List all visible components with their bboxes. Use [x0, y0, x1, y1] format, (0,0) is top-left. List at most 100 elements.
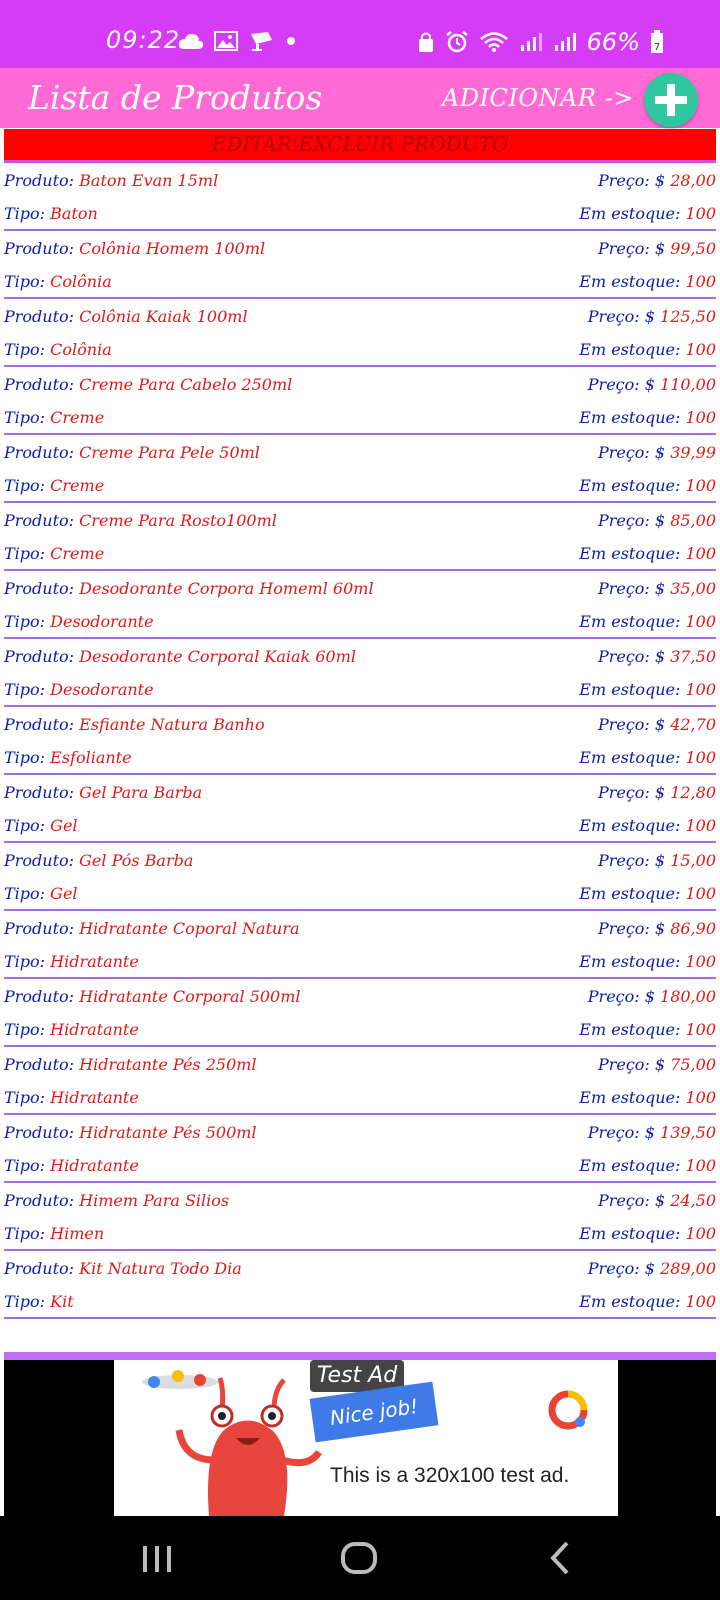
- product-stock: 100: [685, 884, 716, 903]
- product-label: Produto:: [4, 715, 75, 734]
- stock-label: Em estoque:: [579, 1088, 681, 1107]
- product-row[interactable]: Produto: Creme Para Pele 50ml Preço: $ 3…: [4, 435, 716, 503]
- product-row[interactable]: Produto: Creme Para Cabelo 250ml Preço: …: [4, 367, 716, 435]
- product-price-field: Preço: $ 125,50: [588, 307, 716, 326]
- battery-icon: 7: [651, 30, 663, 53]
- product-name: Gel Para Barba: [79, 783, 203, 802]
- product-type-field: Tipo: Himen: [4, 1224, 104, 1243]
- product-row[interactable]: Produto: Gel Para Barba Preço: $ 12,80 T…: [4, 775, 716, 843]
- product-name: Hidratante Corporal 500ml: [79, 987, 301, 1006]
- product-type: Desodorante: [50, 680, 154, 699]
- back-icon[interactable]: [541, 1538, 581, 1578]
- add-product-button[interactable]: [644, 73, 698, 127]
- stock-label: Em estoque:: [579, 1020, 681, 1039]
- stock-label: Em estoque:: [579, 476, 681, 495]
- add-product-label[interactable]: ADICIONAR ->: [442, 84, 634, 112]
- product-label: Produto:: [4, 987, 75, 1006]
- product-row[interactable]: Produto: Creme Para Rosto100ml Preço: $ …: [4, 503, 716, 571]
- stock-label: Em estoque:: [579, 748, 681, 767]
- product-type-field: Tipo: Desodorante: [4, 680, 154, 699]
- stock-label: Em estoque:: [579, 204, 681, 223]
- product-row[interactable]: Produto: Colônia Homem 100ml Preço: $ 99…: [4, 231, 716, 299]
- product-type-field: Tipo: Colônia: [4, 340, 112, 359]
- product-row[interactable]: Produto: Hidratante Corporal 500ml Preço…: [4, 979, 716, 1047]
- wifi-icon: [479, 32, 508, 52]
- product-row[interactable]: Produto: Desodorante Corporal Kaiak 60ml…: [4, 639, 716, 707]
- product-name: Colônia Homem 100ml: [79, 239, 266, 258]
- product-type: Esfoliante: [50, 748, 132, 767]
- product-type-field: Tipo: Creme: [4, 408, 104, 427]
- product-stock-field: Em estoque: 100: [579, 1156, 716, 1175]
- product-price: 37,50: [670, 647, 716, 666]
- product-type-field: Tipo: Hidratante: [4, 1020, 139, 1039]
- signal-icon: [554, 33, 576, 51]
- product-name-field: Produto: Himem Para Silios: [4, 1191, 229, 1210]
- product-name-field: Produto: Gel Pós Barba: [4, 851, 193, 870]
- product-stock-field: Em estoque: 100: [579, 476, 716, 495]
- stock-label: Em estoque:: [579, 612, 681, 631]
- product-row[interactable]: Produto: Baton Evan 15ml Preço: $ 28,00 …: [4, 163, 716, 231]
- product-name: Creme Para Pele 50ml: [79, 443, 260, 462]
- price-label: Preço: $: [597, 783, 666, 802]
- stock-label: Em estoque:: [579, 340, 681, 359]
- product-label: Produto:: [4, 443, 75, 462]
- product-stock: 100: [685, 544, 716, 563]
- product-label: Produto:: [4, 1191, 75, 1210]
- product-price: 110,00: [660, 375, 716, 394]
- price-label: Preço: $: [597, 1191, 666, 1210]
- product-name-field: Produto: Hidratante Pés 500ml: [4, 1123, 257, 1142]
- stock-label: Em estoque:: [579, 952, 681, 971]
- test-ad[interactable]: Test Ad Nice job! This is a 320x100 test…: [114, 1360, 618, 1516]
- price-label: Preço: $: [597, 851, 666, 870]
- type-label: Tipo:: [4, 680, 46, 699]
- home-icon[interactable]: [339, 1538, 379, 1578]
- list-bottom-divider: [4, 1352, 716, 1360]
- product-row[interactable]: Produto: Esfiante Natura Banho Preço: $ …: [4, 707, 716, 775]
- product-label: Produto:: [4, 307, 75, 326]
- product-type-field: Tipo: Gel: [4, 816, 78, 835]
- product-list[interactable]: Produto: Baton Evan 15ml Preço: $ 28,00 …: [0, 163, 720, 1319]
- product-price: 75,00: [670, 1055, 716, 1074]
- product-name-field: Produto: Creme Para Rosto100ml: [4, 511, 277, 530]
- product-row[interactable]: Produto: Kit Natura Todo Dia Preço: $ 28…: [4, 1251, 716, 1319]
- stock-label: Em estoque:: [579, 680, 681, 699]
- product-label: Produto:: [4, 1259, 75, 1278]
- product-stock-field: Em estoque: 100: [579, 952, 716, 971]
- product-stock: 100: [685, 476, 716, 495]
- price-label: Preço: $: [597, 715, 666, 734]
- product-row[interactable]: Produto: Colônia Kaiak 100ml Preço: $ 12…: [4, 299, 716, 367]
- product-type: Colônia: [50, 340, 112, 359]
- product-label: Produto:: [4, 239, 75, 258]
- product-type-field: Tipo: Desodorante: [4, 612, 154, 631]
- product-stock-field: Em estoque: 100: [579, 408, 716, 427]
- recent-apps-icon[interactable]: [137, 1538, 177, 1578]
- product-stock: 100: [685, 816, 716, 835]
- type-label: Tipo:: [4, 884, 46, 903]
- cloud-icon: [178, 33, 204, 49]
- product-price-field: Preço: $ 99,50: [598, 239, 716, 258]
- product-row[interactable]: Produto: Himem Para Silios Preço: $ 24,5…: [4, 1183, 716, 1251]
- product-price-field: Preço: $ 180,00: [588, 987, 716, 1006]
- product-type: Gel: [50, 816, 78, 835]
- product-name: Creme Para Cabelo 250ml: [79, 375, 293, 394]
- product-price-field: Preço: $ 110,00: [588, 375, 716, 394]
- product-name-field: Produto: Hidratante Corporal 500ml: [4, 987, 301, 1006]
- product-price: 125,50: [660, 307, 716, 326]
- product-row[interactable]: Produto: Hidratante Pés 500ml Preço: $ 1…: [4, 1115, 716, 1183]
- product-row[interactable]: Produto: Hidratante Pés 250ml Preço: $ 7…: [4, 1047, 716, 1115]
- price-label: Preço: $: [587, 1259, 655, 1278]
- status-time: 09:22: [106, 26, 181, 54]
- product-price-field: Preço: $ 86,90: [598, 919, 716, 938]
- product-row[interactable]: Produto: Desodorante Corpora Homeml 60ml…: [4, 571, 716, 639]
- product-row[interactable]: Produto: Gel Pós Barba Preço: $ 15,00 Ti…: [4, 843, 716, 911]
- product-type-field: Tipo: Gel: [4, 884, 78, 903]
- product-label: Produto:: [4, 375, 75, 394]
- product-label: Produto:: [4, 171, 75, 190]
- product-row[interactable]: Produto: Hidratante Coporal Natura Preço…: [4, 911, 716, 979]
- product-stock-field: Em estoque: 100: [579, 1020, 716, 1039]
- price-label: Preço: $: [597, 579, 666, 598]
- product-price: 139,50: [660, 1123, 716, 1142]
- product-type-field: Tipo: Hidratante: [4, 1156, 139, 1175]
- product-name: Hidratante Pés 250ml: [79, 1055, 257, 1074]
- product-price-field: Preço: $ 35,00: [598, 579, 716, 598]
